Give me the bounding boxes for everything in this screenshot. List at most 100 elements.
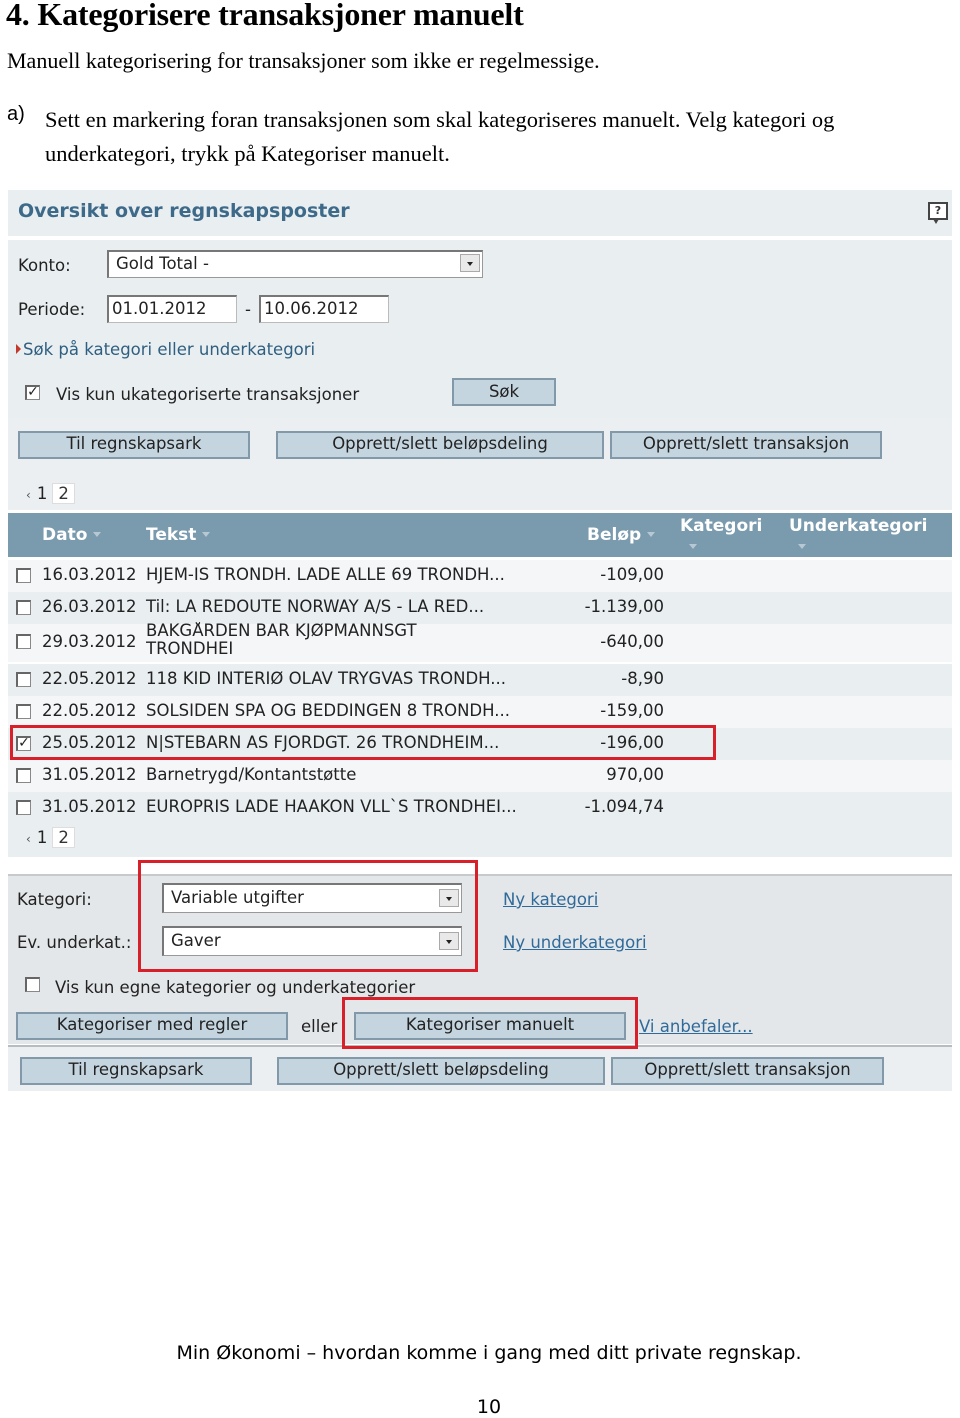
to-sheet-button-bottom[interactable]: Til regnskapsark (20, 1057, 252, 1085)
kategori-label: Kategori: (17, 890, 92, 909)
pager-page-1[interactable]: 1 (37, 484, 48, 503)
col-belop[interactable]: Beløp (587, 525, 656, 545)
pagination-bottom: ‹ 1 2 (26, 827, 75, 848)
or-text: eller (301, 1017, 338, 1036)
pager-page-2-current[interactable]: 2 (52, 483, 75, 504)
only-uncategorized-label: Vis kun ukategoriserte transaksjoner (56, 385, 360, 404)
col-tekst[interactable]: Tekst (146, 525, 211, 545)
create-delete-transaction-button-bottom[interactable]: Opprett/slett transaksjon (611, 1057, 884, 1085)
search-button[interactable]: Søk (452, 378, 556, 406)
categorize-by-rules-button[interactable]: Kategoriser med regler (16, 1012, 288, 1040)
row-checkbox[interactable] (16, 600, 31, 615)
only-uncategorized-checkbox[interactable]: ✓ (25, 385, 40, 400)
own-only-checkbox[interactable] (25, 977, 40, 992)
own-only-label: Vis kun egne kategorier og underkategori… (55, 978, 416, 997)
row-belop: -640,00 (600, 632, 664, 651)
table-row[interactable]: 16.03.2012 HJEM-IS TRONDH. LADE ALLE 69 T… (8, 560, 952, 592)
row-tekst: BAKGÅRDEN BAR KJØPMANNSGT TRONDHEI (146, 622, 417, 656)
split-amount-button[interactable]: Opprett/slett beløpsdeling (276, 431, 604, 459)
recommend-link[interactable]: Vi anbefaler... (639, 1017, 753, 1036)
row-tekst: 118 KID INTERIØ OLAV TRYGVAS TRONDH... (146, 669, 506, 688)
periode-from-input[interactable]: 01.01.2012 (107, 295, 237, 323)
konto-value: Gold Total - (116, 254, 209, 273)
col-kategori[interactable]: Kategori (680, 516, 762, 536)
new-subcategory-link[interactable]: Ny underkategori (503, 933, 647, 952)
row-checkbox[interactable] (16, 672, 31, 687)
intro-paragraph: Manuell kategorisering for transaksjoner… (7, 48, 600, 73)
page-number: 10 (476, 1396, 502, 1418)
row-checkbox[interactable] (16, 704, 31, 719)
row-belop: -109,00 (600, 565, 664, 584)
periode-to-input[interactable]: 10.06.2012 (259, 295, 389, 323)
row-dato: 22.05.2012 (42, 669, 137, 688)
col-dato-label: Dato (42, 525, 88, 545)
panel-header: Oversikt over regnskapsposter ? (8, 190, 952, 236)
help-icon[interactable]: ? (928, 202, 948, 224)
pager-page-2-current[interactable]: 2 (52, 827, 75, 848)
highlight-selected-row (10, 725, 716, 760)
row-belop: -1.139,00 (584, 597, 664, 616)
pagination-top: ‹ 1 2 (26, 483, 75, 504)
row-dato: 31.05.2012 (42, 765, 137, 784)
col-underkategori-label: Underkategori (789, 516, 928, 536)
sort-arrow-icon (798, 544, 806, 549)
row-dato: 26.03.2012 (42, 597, 137, 616)
bottom-actions-panel: Til regnskapsark Opprett/slett beløpsdel… (8, 1045, 952, 1091)
expand-arrow-icon (16, 344, 21, 354)
new-category-link[interactable]: Ny kategori (503, 890, 598, 909)
sort-arrow-icon (93, 532, 102, 537)
step-instruction: Sett en markering foran transaksjonen so… (45, 107, 835, 166)
sort-arrow-icon (202, 532, 211, 537)
row-tekst: Til: LA REDOUTE NORWAY A/S - LA RED... (146, 597, 485, 616)
pager-page-1[interactable]: 1 (37, 828, 48, 847)
col-tekst-label: Tekst (146, 525, 197, 545)
row-belop: 970,00 (606, 765, 664, 784)
to-sheet-button[interactable]: Til regnskapsark (18, 431, 250, 459)
konto-select[interactable]: Gold Total - (107, 250, 483, 278)
sort-arrow-icon (689, 544, 697, 549)
step-marker: a) (7, 103, 25, 125)
table-row[interactable]: 22.05.2012 118 KID INTERIØ OLAV TRYGVAS T… (8, 664, 952, 696)
row-belop: -159,00 (600, 701, 664, 720)
row-belop: -8,90 (621, 669, 664, 688)
pager-prev-icon[interactable]: ‹ (26, 488, 31, 502)
chevron-down-icon[interactable] (460, 254, 480, 272)
table-row[interactable]: 31.05.2012 EUROPRIS LADE HAAKON VLL`S TRO… (8, 792, 952, 824)
row-dato: 16.03.2012 (42, 565, 137, 584)
underkat-label: Ev. underkat.: (17, 933, 132, 952)
col-belop-label: Beløp (587, 525, 642, 545)
periode-separator: - (245, 300, 251, 319)
table-header: Dato Tekst Beløp Kategori Underkategori (8, 513, 952, 557)
sort-arrow-icon (647, 532, 656, 537)
row-belop: -1.094,74 (584, 797, 664, 816)
search-category-link-text: Søk på kategori eller underkategori (23, 340, 316, 359)
pager-prev-icon[interactable]: ‹ (26, 832, 31, 846)
table-row[interactable]: 29.03.2012 BAKGÅRDEN BAR KJØPMANNSGT TRON… (8, 622, 952, 662)
create-delete-transaction-button[interactable]: Opprett/slett transaksjon (610, 431, 882, 459)
row-tekst: SOLSIDEN SPA OG BEDDINGEN 8 TRONDH... (146, 701, 510, 720)
row-checkbox[interactable] (16, 568, 31, 583)
col-dato[interactable]: Dato (42, 525, 102, 545)
col-kategori-label: Kategori (680, 516, 763, 536)
panel-title: Oversikt over regnskapsposter (18, 200, 350, 222)
filter-panel: Konto: Gold Total - Periode: 01.01.2012 … (8, 240, 952, 418)
table-row[interactable]: 31.05.2012 Barnetrygd/Kontantstøtte 970,00 (8, 760, 952, 792)
row-dato: 31.05.2012 (42, 797, 137, 816)
row-checkbox[interactable] (16, 768, 31, 783)
section-heading: 4. Kategorisere transaksjoner manuelt (6, 0, 524, 32)
periode-label: Periode: (18, 300, 86, 319)
konto-label: Konto: (18, 256, 71, 275)
split-amount-button-bottom[interactable]: Opprett/slett beløpsdeling (277, 1057, 605, 1085)
row-tekst: Barnetrygd/Kontantstøtte (146, 765, 357, 784)
search-category-link[interactable]: Søk på kategori eller underkategori (16, 340, 315, 359)
row-tekst: HJEM-IS TRONDH. LADE ALLE 69 TRONDH... (146, 565, 505, 584)
actions-panel: Til regnskapsark Opprett/slett beløpsdel… (8, 418, 952, 510)
highlight-category-selects (138, 860, 478, 972)
table-row[interactable]: 22.05.2012 SOLSIDEN SPA OG BEDDINGEN 8 TR… (8, 696, 952, 728)
row-checkbox[interactable] (16, 634, 31, 649)
row-dato: 29.03.2012 (42, 632, 137, 651)
row-dato: 22.05.2012 (42, 701, 137, 720)
table-row[interactable]: 26.03.2012 Til: LA REDOUTE NORWAY A/S - L… (8, 592, 952, 624)
col-underkategori[interactable]: Underkategori (789, 516, 927, 536)
row-checkbox[interactable] (16, 800, 31, 815)
